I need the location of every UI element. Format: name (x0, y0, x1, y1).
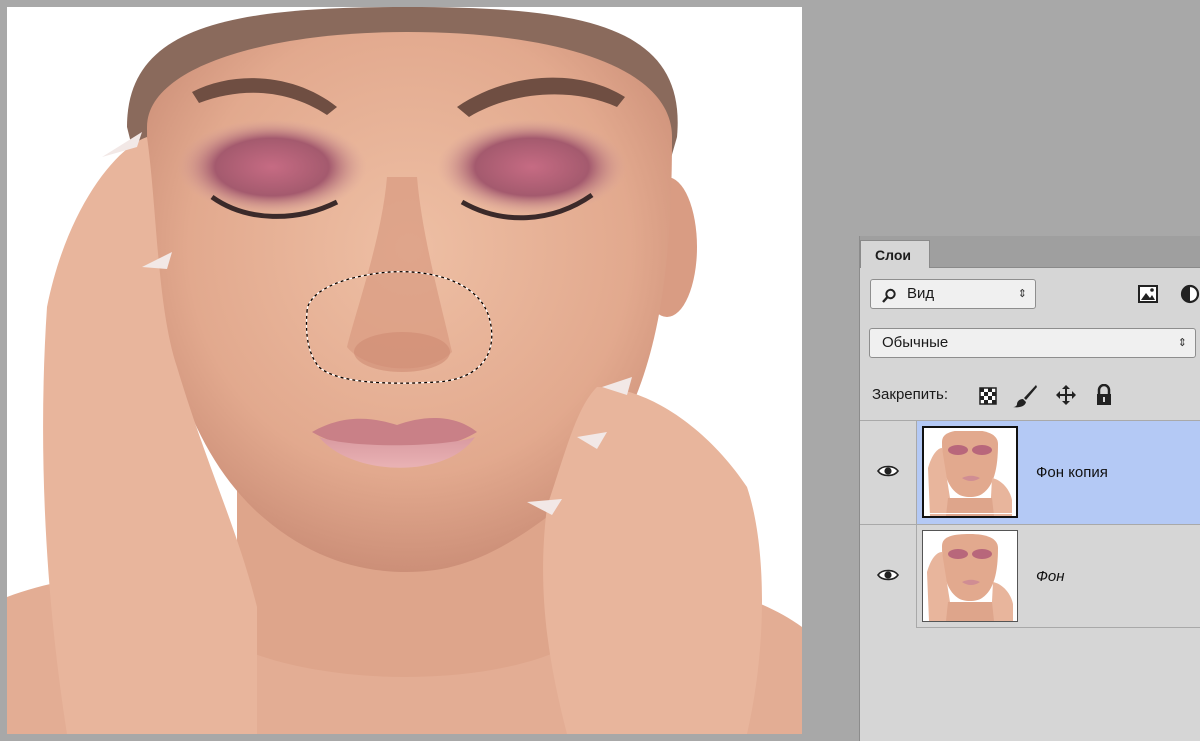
lock-position-icon[interactable] (1055, 384, 1077, 411)
layer-row-fon[interactable]: Фон (860, 524, 1200, 628)
layer-thumbnail[interactable] (922, 426, 1018, 518)
visibility-toggle[interactable] (860, 421, 917, 524)
lock-row: Закрепить: (860, 378, 1200, 414)
search-icon (881, 286, 897, 314)
layer-filter-select[interactable]: Вид ⇕ (870, 279, 1036, 309)
document-canvas[interactable] (7, 7, 802, 734)
lock-image-pixels-icon[interactable] (1012, 384, 1038, 413)
panel-tabbar: Слои (860, 236, 1200, 268)
layers-panel: Слои Вид ⇕ Обычные ⇕ Закрепить: Фон копи… (859, 236, 1200, 741)
blend-mode-select[interactable]: Обычные ⇕ (869, 328, 1196, 358)
lock-transparent-pixels-icon[interactable] (979, 387, 997, 410)
tab-layers[interactable]: Слои (860, 240, 930, 268)
lock-label: Закрепить: (872, 386, 949, 403)
updown-arrow-icon: ⇕ (1177, 337, 1187, 349)
portrait-photo (7, 7, 802, 734)
updown-arrow-icon: ⇕ (1017, 288, 1027, 300)
layer-name[interactable]: Фон копия (1036, 464, 1108, 481)
visibility-toggle[interactable] (860, 525, 917, 628)
adjustment-filter-icon[interactable] (1180, 284, 1200, 309)
image-filter-icon[interactable] (1138, 285, 1158, 308)
eye-icon[interactable] (877, 568, 899, 587)
layer-thumbnail[interactable] (922, 530, 1018, 622)
lock-all-icon[interactable] (1095, 383, 1113, 411)
eye-icon[interactable] (877, 464, 899, 483)
layer-row-fon-kopiya[interactable]: Фон копия (860, 420, 1200, 524)
layer-name[interactable]: Фон (1036, 568, 1065, 585)
layer-filter-label: Вид (907, 285, 935, 302)
blend-mode-label: Обычные (882, 334, 949, 351)
